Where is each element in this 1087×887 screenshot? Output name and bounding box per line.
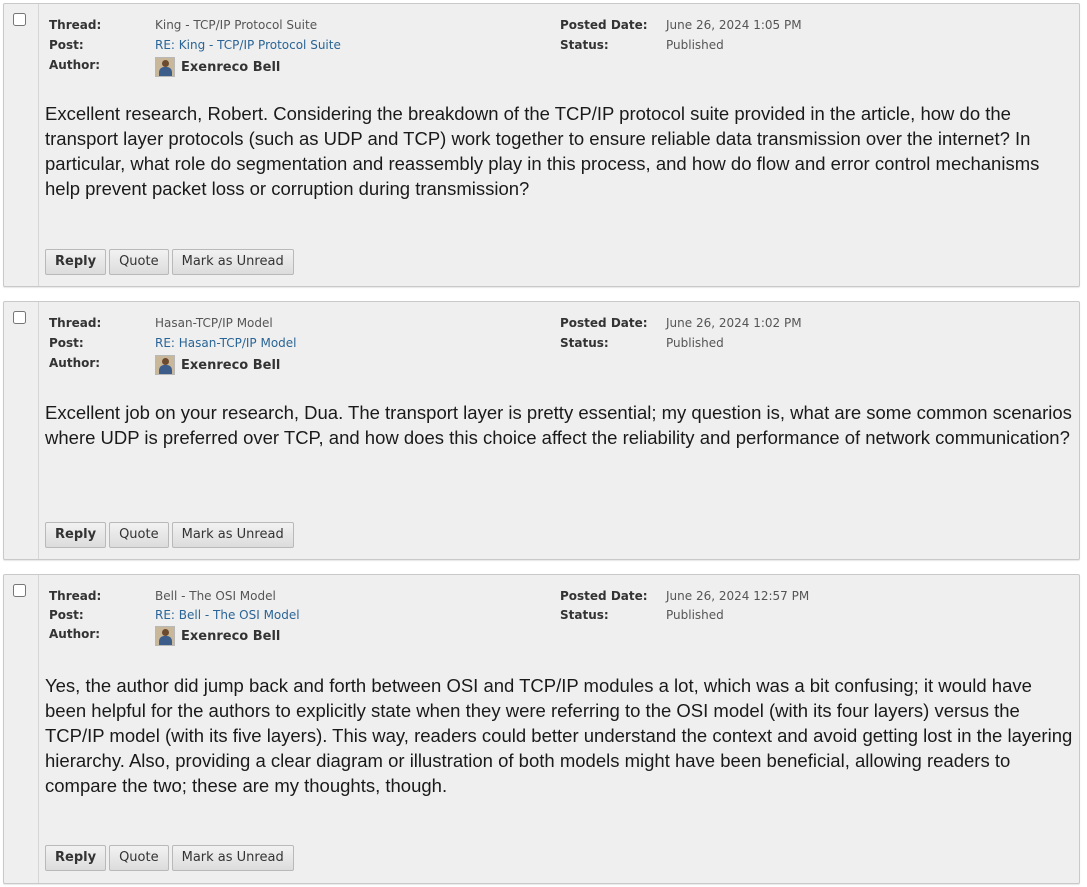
post-select-checkbox[interactable] bbox=[13, 13, 26, 26]
status-value: Published bbox=[666, 38, 724, 52]
reply-button[interactable]: Reply bbox=[45, 522, 107, 548]
post-link[interactable]: RE: Hasan-TCP/IP Model bbox=[155, 334, 297, 352]
post-actions: Reply Quote Mark as Unread bbox=[45, 522, 294, 548]
post-label: Post: bbox=[49, 336, 84, 350]
post-actions: Reply Quote Mark as Unread bbox=[45, 249, 294, 275]
mark-as-unread-button[interactable]: Mark as Unread bbox=[171, 522, 294, 548]
mark-as-unread-button[interactable]: Mark as Unread bbox=[171, 845, 294, 871]
post-label: Post: bbox=[49, 608, 84, 622]
author: Exenreco Bell bbox=[155, 56, 280, 78]
status-label: Status: bbox=[560, 336, 609, 350]
post-body: Excellent research, Robert. Considering … bbox=[45, 103, 1040, 199]
avatar bbox=[155, 626, 175, 646]
posted-date-label: Posted Date: bbox=[560, 589, 648, 603]
post-actions: Reply Quote Mark as Unread bbox=[45, 845, 294, 871]
status-value: Published bbox=[666, 608, 724, 622]
post-link[interactable]: RE: Bell - The OSI Model bbox=[155, 606, 300, 624]
posted-date-label: Posted Date: bbox=[560, 316, 648, 330]
thread-value: King - TCP/IP Protocol Suite bbox=[155, 18, 318, 32]
author-name: Exenreco Bell bbox=[181, 628, 281, 644]
mark-as-unread-button[interactable]: Mark as Unread bbox=[171, 249, 294, 275]
thread-label: Thread: bbox=[49, 589, 102, 603]
status-value: Published bbox=[666, 336, 724, 350]
avatar bbox=[155, 355, 175, 375]
author-label: Author: bbox=[49, 58, 101, 72]
post-select-checkbox[interactable] bbox=[13, 311, 26, 324]
status-label: Status: bbox=[560, 38, 609, 52]
posted-date-value: June 26, 2024 1:02 PM bbox=[666, 316, 802, 330]
posted-date-value: June 26, 2024 12:57 PM bbox=[666, 589, 810, 603]
post-select-checkbox[interactable] bbox=[13, 584, 26, 597]
thread-value: Bell - The OSI Model bbox=[155, 589, 276, 603]
avatar bbox=[155, 57, 175, 77]
author: Exenreco Bell bbox=[155, 625, 280, 647]
quote-button[interactable]: Quote bbox=[109, 522, 169, 548]
reply-button[interactable]: Reply bbox=[45, 845, 107, 871]
thread-label: Thread: bbox=[49, 18, 102, 32]
thread-value: Hasan-TCP/IP Model bbox=[155, 316, 273, 330]
author-name: Exenreco Bell bbox=[181, 357, 281, 373]
author-label: Author: bbox=[49, 627, 101, 641]
author-name: Exenreco Bell bbox=[181, 59, 281, 75]
thread-label: Thread: bbox=[49, 316, 102, 330]
post-link[interactable]: RE: King - TCP/IP Protocol Suite bbox=[155, 36, 341, 54]
author: Exenreco Bell bbox=[155, 354, 280, 376]
post-gutter bbox=[4, 4, 39, 286]
quote-button[interactable]: Quote bbox=[109, 845, 169, 871]
post-card: Thread: King - TCP/IP Protocol Suite Pos… bbox=[3, 3, 1080, 287]
author-label: Author: bbox=[49, 356, 101, 370]
status-label: Status: bbox=[560, 608, 609, 622]
post-card: Thread: Bell - The OSI Model Posted Date… bbox=[3, 574, 1080, 884]
post-label: Post: bbox=[49, 38, 84, 52]
post-gutter bbox=[4, 302, 39, 559]
post-gutter bbox=[4, 575, 39, 883]
posted-date-label: Posted Date: bbox=[560, 18, 648, 32]
post-body: Excellent job on your research, Dua. The… bbox=[45, 402, 1072, 448]
posted-date-value: June 26, 2024 1:05 PM bbox=[666, 18, 802, 32]
post-card: Thread: Hasan-TCP/IP Model Posted Date: … bbox=[3, 301, 1080, 560]
quote-button[interactable]: Quote bbox=[109, 249, 169, 275]
post-body: Yes, the author did jump back and forth … bbox=[45, 675, 1073, 796]
reply-button[interactable]: Reply bbox=[45, 249, 107, 275]
